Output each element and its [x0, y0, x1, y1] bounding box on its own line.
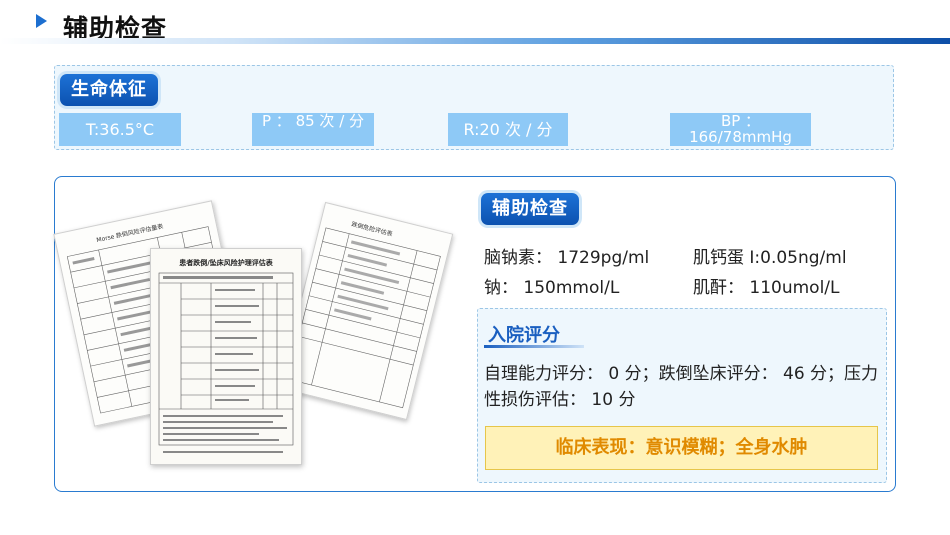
- header-divider: [0, 38, 950, 44]
- admission-scores: 自理能力评分： 0 分；跌倒坠床评分： 46 分；压力性损伤评估： 10 分: [484, 364, 879, 410]
- admission-title-underline: [484, 345, 584, 348]
- lab-creatinine: 肌酐： 110umol/L: [693, 278, 840, 298]
- vital-pulse: P ： 85 次 / 分: [252, 113, 374, 146]
- vital-respiration: R:20 次 / 分: [448, 113, 568, 146]
- left-form-title: Morse 跌倒风险评估量表: [96, 222, 164, 244]
- front-form-title: 患者跌倒/坠床风险护理评估表: [179, 258, 274, 267]
- title-marker-icon: [36, 14, 47, 28]
- lab-sodium: 钠： 150mmol/L: [484, 278, 620, 298]
- aux-exam-label: 辅助检查: [481, 193, 579, 225]
- vitals-label: 生命体征: [60, 74, 158, 106]
- admission-title: 入院评分: [488, 325, 560, 346]
- clinical-presentation: 临床表现：意识模糊；全身水肿: [485, 426, 878, 470]
- vital-blood-pressure: BP ： 166/78mmHg: [670, 113, 811, 146]
- vital-temperature: T:36.5°C: [59, 113, 181, 146]
- fall-assessment-form-image: 患者跌倒/坠床风险护理评估表: [150, 248, 302, 465]
- lab-troponin: 肌钙蛋 I:0.05ng/ml: [693, 248, 847, 268]
- lab-bnp: 脑钠素： 1729pg/ml: [484, 248, 650, 268]
